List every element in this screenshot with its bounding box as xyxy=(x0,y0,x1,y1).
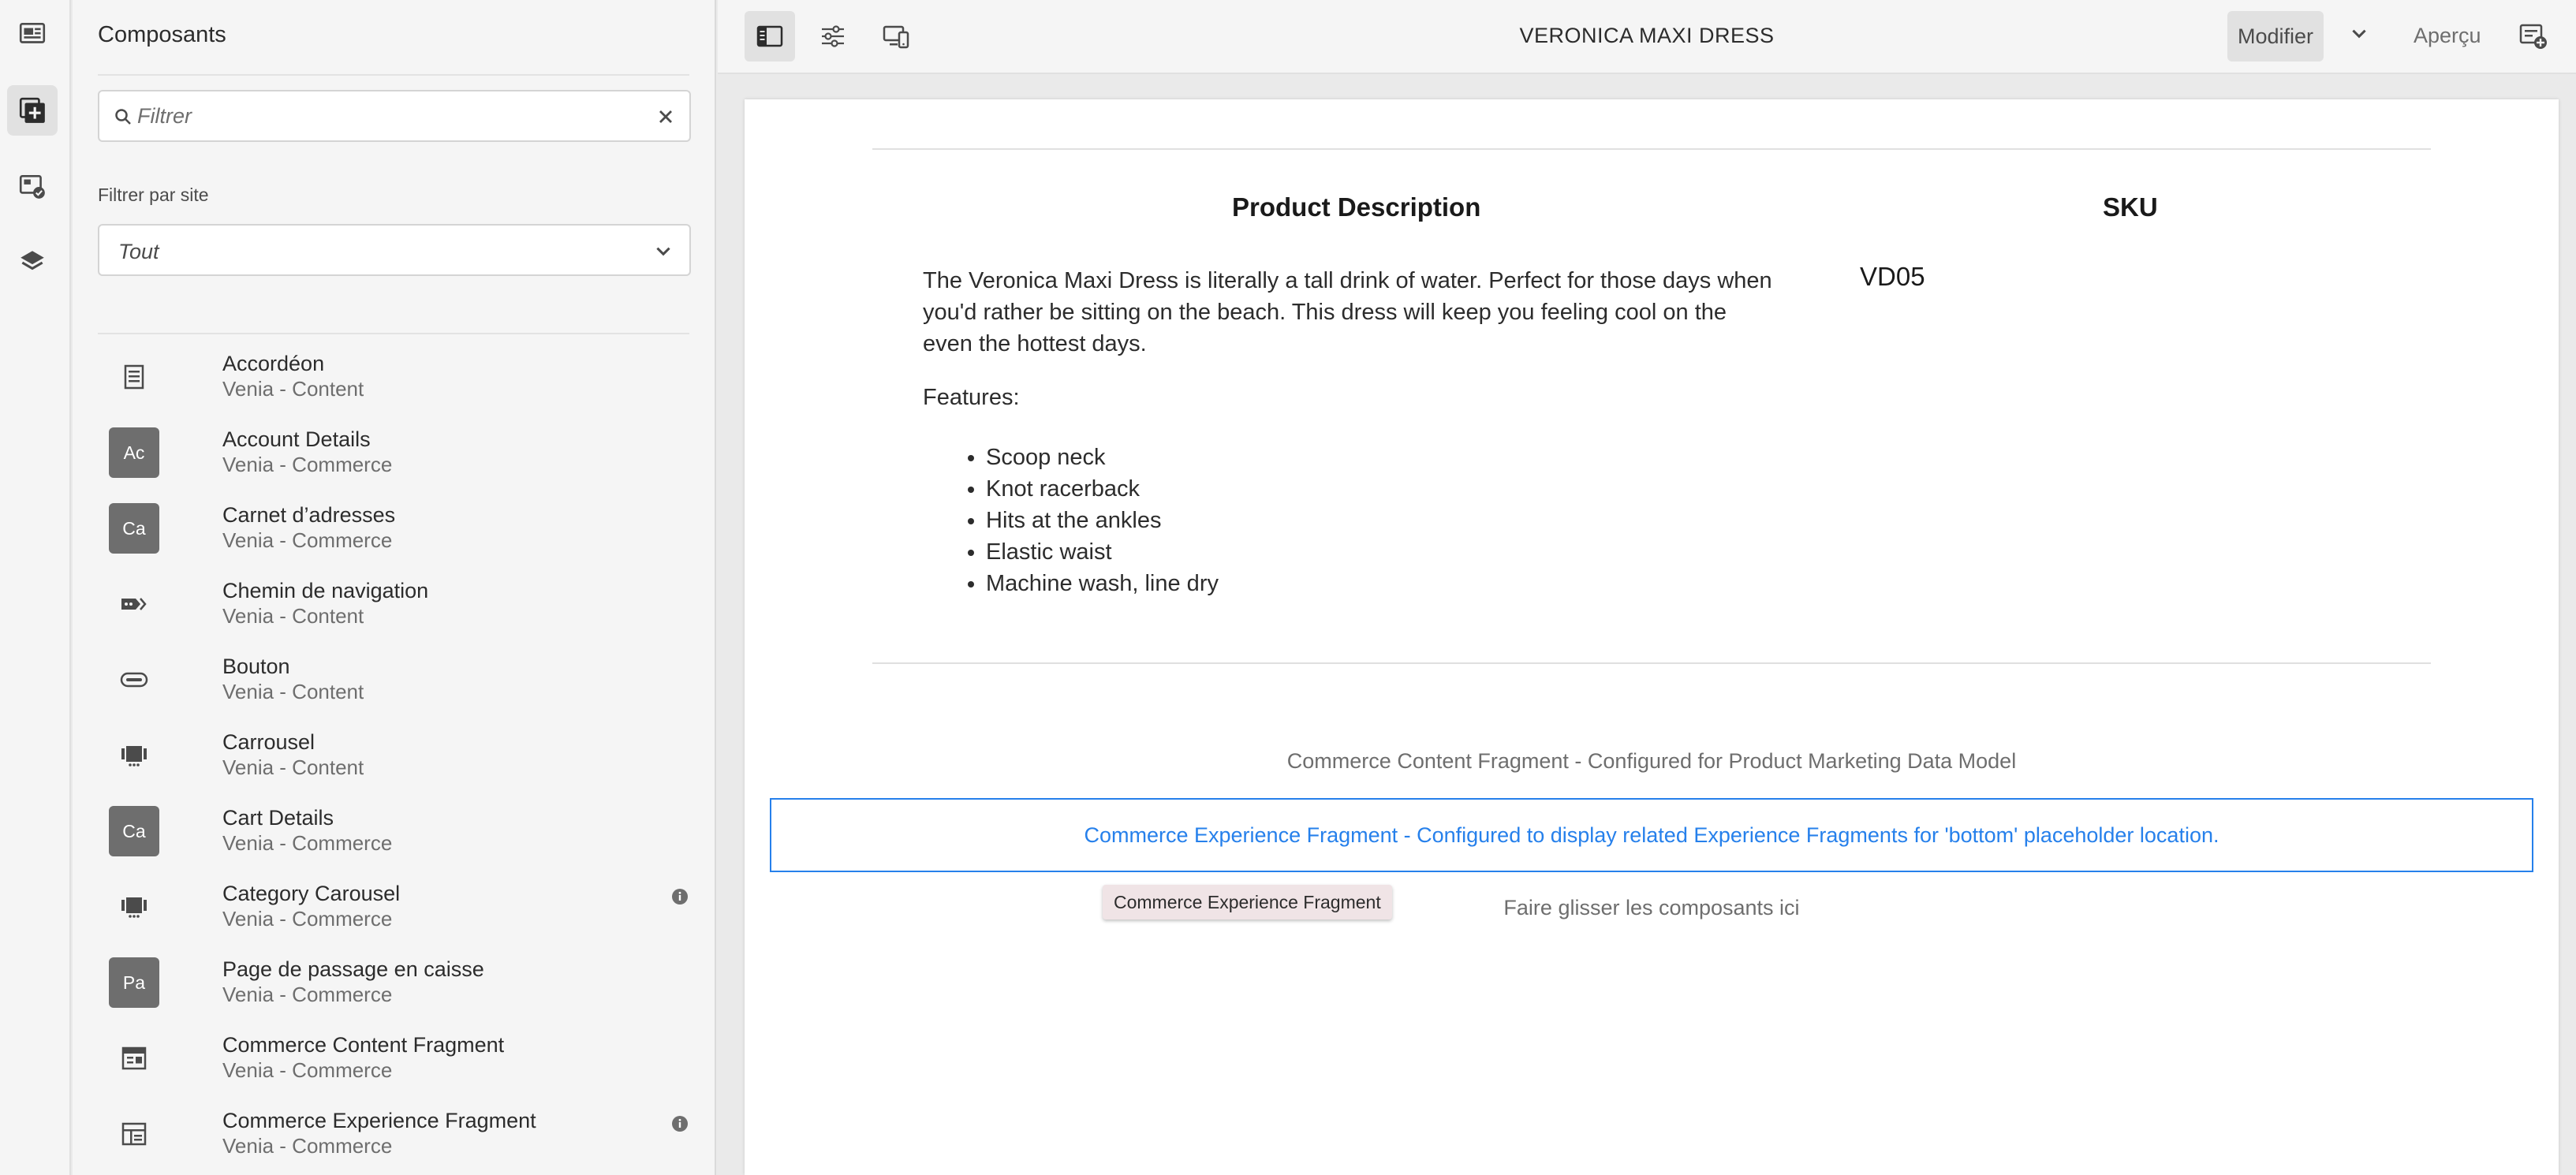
product-description-heading: Product Description xyxy=(1232,192,1481,222)
info-icon[interactable] xyxy=(671,888,689,905)
component-group: Venia - Commerce xyxy=(222,983,393,1006)
search-box[interactable] xyxy=(98,90,691,142)
button-icon xyxy=(109,655,159,705)
page-canvas: Product Description SKU The Veronica Max… xyxy=(745,99,2559,1175)
component-abbr-badge: Ac xyxy=(109,427,159,478)
component-group: Venia - Commerce xyxy=(222,1134,393,1158)
component-group: Venia - Commerce xyxy=(222,831,393,855)
experience-fragment-label: Commerce Experience Fragment - Configure… xyxy=(1084,822,2219,847)
component-group: Venia - Commerce xyxy=(222,907,393,931)
chevron-down-icon xyxy=(656,247,670,256)
sku-value: VD05 xyxy=(1860,262,1925,291)
carousel-icon xyxy=(109,730,159,781)
panel-title: Composants xyxy=(98,22,226,47)
component-name: Chemin de navigation xyxy=(222,579,429,602)
list-item: Hits at the ankles xyxy=(986,505,1219,536)
component-name: Carnet d’adresses xyxy=(222,503,396,527)
search-input[interactable] xyxy=(137,98,642,134)
component-list: Accordéon Venia - Content Ac Account Det… xyxy=(98,341,691,1173)
component-group: Venia - Commerce xyxy=(222,1058,393,1082)
assets-icon[interactable] xyxy=(7,161,58,211)
breadcrumb-icon xyxy=(109,579,159,629)
drop-zone[interactable]: Faire glisser les composants ici xyxy=(745,896,2559,920)
component-group: Venia - Content xyxy=(222,377,364,401)
list-item[interactable]: Ca Carnet d’adresses Venia - Commerce xyxy=(98,492,691,568)
layers-icon[interactable] xyxy=(7,237,58,287)
experience-fragment-icon xyxy=(109,1109,159,1159)
list-item: Elastic waist xyxy=(986,536,1219,568)
components-panel: Composants Filtrer par site Tout Accordé… xyxy=(73,0,716,1175)
list-item[interactable]: Carrousel Venia - Content xyxy=(98,719,691,795)
page-info-icon[interactable] xyxy=(7,9,58,60)
panel-divider xyxy=(98,333,689,334)
separator xyxy=(872,148,2431,150)
list-item[interactable]: Chemin de navigation Venia - Content xyxy=(98,568,691,643)
list-item[interactable]: Accordéon Venia - Content xyxy=(98,341,691,416)
component-name: Commerce Experience Fragment xyxy=(222,1109,536,1132)
features-list: Scoop neck Knot racerback Hits at the an… xyxy=(986,442,1219,599)
list-item[interactable]: Ac Account Details Venia - Commerce xyxy=(98,416,691,492)
component-abbr-badge: Ca xyxy=(109,806,159,856)
list-item[interactable]: Category Carousel Venia - Commerce xyxy=(98,871,691,946)
search-icon xyxy=(115,109,131,125)
annotations-icon[interactable] xyxy=(2518,21,2549,52)
content-fragment-placeholder[interactable]: Commerce Content Fragment - Configured f… xyxy=(745,749,2559,774)
component-name: Cart Details xyxy=(222,806,334,830)
component-name: Account Details xyxy=(222,427,371,451)
sku-heading: SKU xyxy=(2103,192,2158,222)
panel-divider xyxy=(98,74,689,76)
experience-fragment-component[interactable]: Commerce Experience Fragment - Configure… xyxy=(770,798,2533,872)
product-description-text: The Veronica Maxi Dress is literally a t… xyxy=(923,268,1772,356)
site-filter-value: Tout xyxy=(118,240,159,263)
close-icon[interactable] xyxy=(656,107,675,126)
component-name: Bouton xyxy=(222,655,290,678)
component-group: Venia - Content xyxy=(222,604,364,628)
component-name: Category Carousel xyxy=(222,882,401,905)
list-item[interactable]: Bouton Venia - Content xyxy=(98,643,691,719)
components-icon[interactable] xyxy=(7,85,58,136)
site-filter-select[interactable]: Tout xyxy=(98,224,691,276)
component-name: Carrousel xyxy=(222,730,315,754)
component-group: Venia - Content xyxy=(222,755,364,779)
content-fragment-icon xyxy=(109,1033,159,1084)
list-item[interactable]: Pa Page de passage en caisse Venia - Com… xyxy=(98,946,691,1022)
edit-mode-button[interactable]: Modifier xyxy=(2227,11,2324,62)
list-item: Scoop neck xyxy=(986,442,1219,473)
list-item: Machine wash, line dry xyxy=(986,568,1219,599)
chevron-down-icon[interactable] xyxy=(2349,24,2369,44)
info-icon[interactable] xyxy=(671,1115,689,1132)
editor-toolbar: VERONICA MAXI DRESS Modifier Aperçu xyxy=(718,0,2576,74)
site-filter-label: Filtrer par site xyxy=(98,185,209,205)
component-abbr-badge: Pa xyxy=(109,957,159,1008)
accordion-icon xyxy=(109,352,159,402)
component-group: Venia - Commerce xyxy=(222,528,393,552)
component-group: Venia - Content xyxy=(222,680,364,703)
list-item[interactable]: Commerce Content Fragment Venia - Commer… xyxy=(98,1022,691,1098)
preview-button[interactable]: Aperçu xyxy=(2414,24,2481,48)
list-item[interactable]: Ca Cart Details Venia - Commerce xyxy=(98,795,691,871)
features-label: Features: xyxy=(923,385,1020,410)
separator xyxy=(872,662,2431,664)
component-group: Venia - Commerce xyxy=(222,453,393,476)
list-item[interactable]: Commerce Experience Fragment Venia - Com… xyxy=(98,1098,691,1173)
list-item: Knot racerback xyxy=(986,473,1219,505)
side-rail xyxy=(0,0,71,1175)
component-abbr-badge: Ca xyxy=(109,503,159,554)
component-name: Accordéon xyxy=(222,352,325,375)
component-name: Commerce Content Fragment xyxy=(222,1033,505,1057)
carousel-icon xyxy=(109,882,159,932)
component-name: Page de passage en caisse xyxy=(222,957,484,981)
